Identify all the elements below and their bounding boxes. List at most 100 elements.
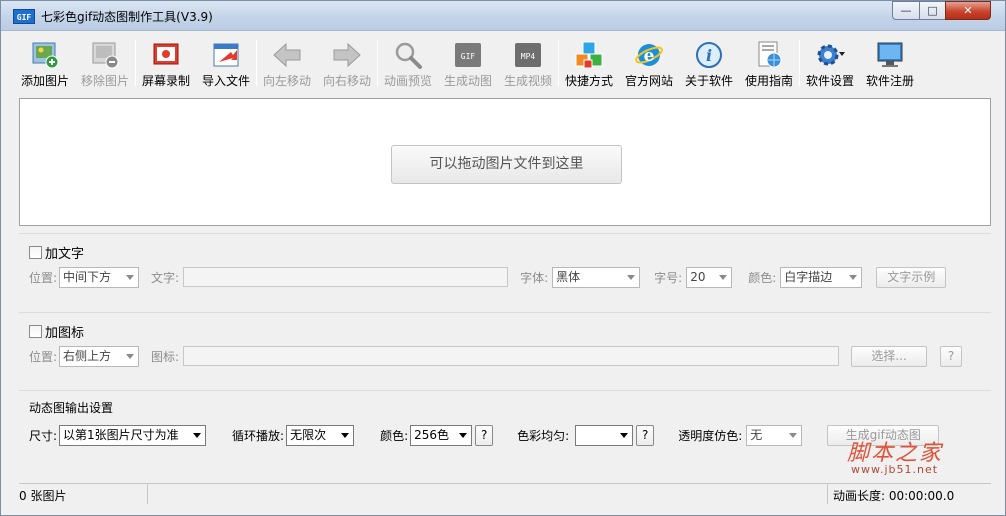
user-guide-label: 使用指南 — [744, 74, 793, 88]
mp4-icon: MP4 — [515, 43, 541, 67]
drop-hint-button[interactable]: 可以拖动图片文件到这里 — [391, 145, 622, 184]
text-color-label: 颜色: — [748, 270, 777, 285]
add-text-label: 加文字 — [45, 247, 85, 262]
shortcut-button[interactable]: 快捷方式 — [559, 36, 619, 92]
font-size-label: 字号: — [654, 270, 683, 285]
status-separator — [827, 484, 828, 504]
ie-browser-icon: e — [635, 44, 663, 66]
remove-image-button[interactable]: 移除图片 — [75, 36, 135, 92]
choose-icon-button[interactable]: 选择... — [851, 345, 928, 367]
dither-value: 无 — [750, 427, 763, 442]
app-gif-icon: GIF — [13, 9, 35, 24]
icon-help-button[interactable]: ? — [940, 345, 963, 367]
chevron-down-icon — [126, 274, 135, 280]
text-color-select[interactable]: 白字描边 — [780, 266, 863, 288]
font-size-value: 20 — [690, 269, 706, 284]
add-image-button[interactable]: 添加图片 — [15, 36, 75, 92]
image-drop-area[interactable]: 可以拖动图片文件到这里 — [19, 98, 991, 226]
monitor-icon — [877, 42, 903, 67]
color-depth-value: 256色 — [414, 427, 450, 442]
checkbox-box[interactable] — [29, 325, 42, 338]
settings-label: 软件设置 — [805, 74, 854, 88]
chevron-down-icon — [789, 432, 798, 438]
user-guide-button[interactable]: 使用指南 — [739, 36, 799, 92]
watermark-url-text: www.jb51.net — [851, 463, 939, 476]
maximize-button[interactable]: □ — [919, 1, 946, 20]
chevron-down-icon — [459, 432, 468, 438]
text-position-label: 位置: — [29, 270, 58, 285]
font-value: 黑体 — [556, 269, 581, 284]
text-sample-button[interactable]: 文字示例 — [876, 266, 947, 288]
size-select[interactable]: 以第1张图片尺寸为准 — [59, 424, 207, 446]
about-button[interactable]: i 关于软件 — [679, 36, 739, 92]
generate-video-button[interactable]: MP4 生成视频 — [498, 36, 558, 92]
animation-preview-label: 动画预览 — [383, 74, 432, 88]
screen-record-label: 屏幕录制 — [141, 74, 190, 88]
generate-gif-button[interactable]: GIF 生成动图 — [438, 36, 498, 92]
chevron-down-icon — [849, 274, 858, 280]
text-content-input[interactable] — [183, 267, 509, 287]
minimize-button[interactable]: — — [892, 1, 920, 20]
output-settings-row: 尺寸: 以第1张图片尺寸为准 循环播放: 无限次 颜色: 256色 ? 色彩均匀… — [29, 424, 940, 446]
icon-path-label: 图标: — [151, 349, 180, 364]
color-help-button[interactable]: ? — [475, 424, 494, 446]
shortcut-label: 快捷方式 — [564, 74, 613, 88]
app-window: GIF 七彩色gif动态图制作工具(V3.9) — □ ✕ 添加图片 移除图片 … — [0, 0, 1006, 516]
window-title: 七彩色gif动态图制作工具(V3.9) — [41, 10, 213, 24]
chevron-down-icon — [341, 432, 350, 438]
screen-record-button[interactable]: 屏幕录制 — [136, 36, 196, 92]
add-icon-row: 位置: 右侧上方 图标: 选择... ? — [29, 345, 963, 367]
generate-video-label: 生成视频 — [503, 74, 552, 88]
move-right-button[interactable]: 向右移动 — [317, 36, 377, 92]
gear-icon — [817, 44, 845, 66]
font-select[interactable]: 黑体 — [552, 266, 641, 288]
icon-path-input[interactable] — [183, 346, 840, 366]
move-left-button[interactable]: 向左移动 — [257, 36, 317, 92]
svg-text:e: e — [644, 46, 655, 66]
loop-select[interactable]: 无限次 — [286, 424, 355, 446]
color-balance-help-button[interactable]: ? — [636, 424, 655, 446]
dither-label: 透明度仿色: — [678, 428, 743, 443]
add-image-label: 添加图片 — [20, 74, 69, 88]
main-toolbar: 添加图片 移除图片 屏幕录制 导入文件 向左移动 向右移动 动画预览 GIF 生… — [15, 36, 995, 92]
svg-text:i: i — [706, 46, 712, 65]
add-icon-label: 加图标 — [45, 326, 85, 341]
import-file-button[interactable]: 导入文件 — [196, 36, 256, 92]
register-button[interactable]: 软件注册 — [860, 36, 920, 92]
official-website-button[interactable]: e 官方网站 — [619, 36, 679, 92]
add-icon-group: 加图标 位置: 右侧上方 图标: 选择... ? — [19, 312, 991, 382]
color-balance-select[interactable] — [575, 424, 634, 446]
move-right-label: 向右移动 — [322, 74, 371, 88]
text-color-value: 白字描边 — [784, 269, 833, 284]
import-file-icon — [213, 43, 239, 67]
screen-record-icon — [153, 43, 179, 65]
settings-button[interactable]: 软件设置 — [800, 36, 860, 92]
size-value: 以第1张图片尺寸为准 — [63, 427, 179, 442]
loop-value: 无限次 — [290, 427, 327, 442]
dither-select[interactable]: 无 — [746, 424, 803, 446]
info-icon: i — [696, 42, 722, 68]
color-balance-label: 色彩均匀: — [517, 428, 570, 443]
shortcut-cubes-icon — [575, 41, 603, 69]
checkbox-box[interactable] — [29, 246, 42, 259]
image-count-status: 0 张图片 — [19, 489, 67, 503]
font-size-select[interactable]: 20 — [686, 266, 733, 288]
chevron-down-icon — [627, 274, 636, 280]
icon-position-select[interactable]: 右侧上方 — [59, 345, 140, 367]
title-bar[interactable]: GIF 七彩色gif动态图制作工具(V3.9) — □ ✕ — [1, 1, 1005, 31]
add-text-checkbox[interactable]: 加文字 — [29, 243, 84, 262]
add-text-row: 位置: 中间下方 文字: 字体: 黑体 字号: 20 颜色: 白字描边 文字示例 — [29, 266, 947, 288]
site-watermark: 脚本之家 www.jb51.net — [837, 435, 977, 479]
close-button[interactable]: ✕ — [945, 1, 991, 20]
official-website-label: 官方网站 — [624, 74, 673, 88]
svg-text:GIF: GIF — [461, 52, 476, 61]
output-settings-title: 动态图输出设置 — [29, 401, 114, 415]
status-bar: 0 张图片 动画长度: 00:00:00.0 — [19, 483, 991, 504]
import-file-label: 导入文件 — [201, 74, 250, 88]
chevron-down-icon — [620, 432, 629, 438]
color-depth-select[interactable]: 256色 — [410, 424, 473, 446]
add-icon-checkbox[interactable]: 加图标 — [29, 322, 84, 341]
status-separator — [147, 484, 148, 504]
text-position-select[interactable]: 中间下方 — [59, 266, 140, 288]
animation-preview-button[interactable]: 动画预览 — [378, 36, 438, 92]
